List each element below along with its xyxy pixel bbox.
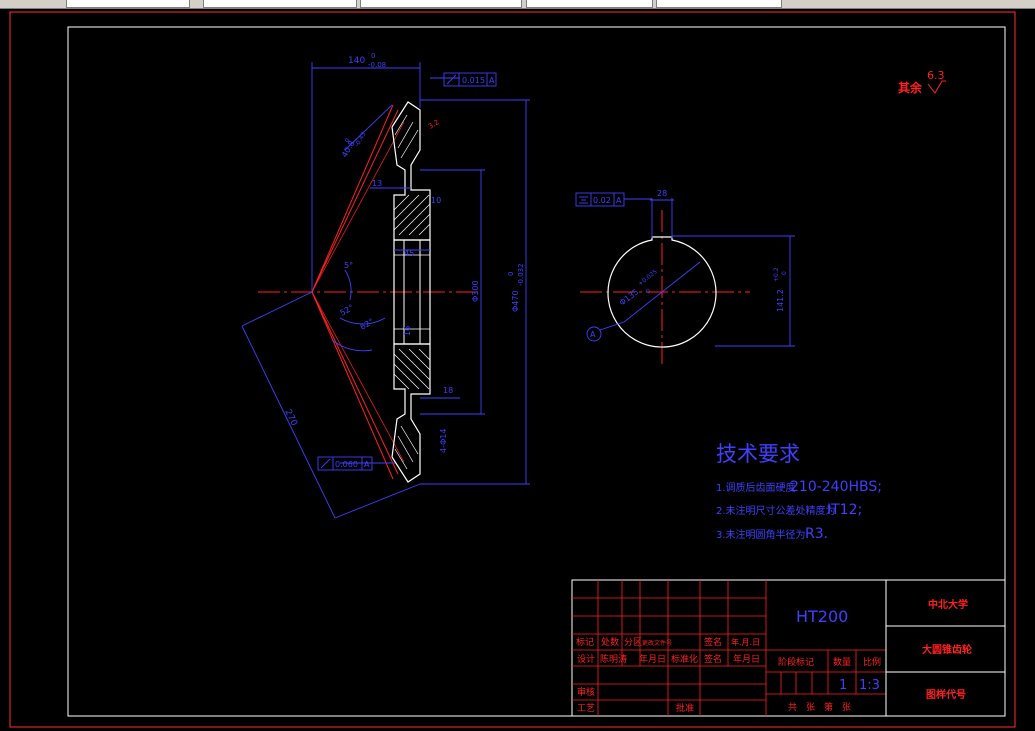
svg-text:210-240HBS;: 210-240HBS; <box>790 479 882 495</box>
svg-text:陈明涛: 陈明涛 <box>600 653 627 665</box>
svg-text:比例: 比例 <box>863 656 881 668</box>
roughness-note-value: 6.3 <box>927 69 945 82</box>
gear-section-view: 140 0 -0.08 0.015 A 13 10 45 16 18 Φ300 … <box>241 52 530 519</box>
dim-hub-width: 140 <box>348 56 365 66</box>
dim-bore: Φ135 <box>618 287 641 307</box>
dim-18: 18 <box>443 386 453 395</box>
svg-text:标准化: 标准化 <box>671 653 698 665</box>
tech-requirements: 技术要求 1.调质后齿面硬度 210-240HBS; 2.未注明尺寸公差处精度为… <box>716 442 882 542</box>
svg-text:A: A <box>489 76 495 85</box>
svg-text:数量: 数量 <box>833 656 851 668</box>
drawing-canvas[interactable]: 140 0 -0.08 0.015 A 13 10 45 16 18 Φ300 … <box>0 0 1035 731</box>
svg-text:-0.43: -0.43 <box>354 131 368 148</box>
svg-text:年月日: 年月日 <box>639 653 666 665</box>
svg-text:工艺: 工艺 <box>577 703 595 714</box>
dim-phi470: Φ470 <box>511 290 520 312</box>
svg-text:0: 0 <box>371 52 375 60</box>
svg-text:2.未注明尺寸公差处精度为: 2.未注明尺寸公差处精度为 <box>716 504 836 517</box>
part-name: 大圆锥齿轮 <box>922 643 972 656</box>
svg-text:签名: 签名 <box>704 636 722 648</box>
dim-phi300: Φ300 <box>471 280 480 302</box>
svg-text:+0.025: +0.025 <box>637 268 659 287</box>
symmetry-value: 0.02 <box>593 196 611 205</box>
inner-frame <box>67 26 1006 717</box>
roughness-3-2: 3.2 <box>427 118 441 130</box>
angle-62: 62° <box>359 317 376 332</box>
svg-text:审核: 审核 <box>577 686 595 698</box>
scale: 1:3 <box>859 678 880 693</box>
svg-text:+0.2: +0.2 <box>773 267 780 282</box>
svg-text:0: 0 <box>781 271 788 275</box>
svg-text:1.调质后齿面硬度: 1.调质后齿面硬度 <box>716 481 796 494</box>
material: HT200 <box>796 607 848 626</box>
svg-text:IT12;: IT12; <box>827 502 862 518</box>
svg-text:年月日: 年月日 <box>733 653 760 665</box>
svg-text:设计: 设计 <box>577 653 595 665</box>
tech-req-title: 技术要求 <box>716 442 800 466</box>
dim-45: 45 <box>404 249 414 258</box>
dim-10: 10 <box>431 196 441 205</box>
svg-text:分区: 分区 <box>624 637 642 648</box>
quantity: 1 <box>839 678 847 693</box>
svg-text:A: A <box>364 460 370 469</box>
svg-text:批准: 批准 <box>676 702 694 714</box>
gear-front-view: A 0.02 A 28 Φ135 +0.025 0 141.2 +0.2 0 <box>575 189 795 368</box>
svg-text:标记: 标记 <box>576 636 594 648</box>
svg-text:A: A <box>616 196 622 205</box>
svg-text:共 张 第 张: 共 张 第 张 <box>788 701 851 713</box>
runout-top-value: 0.015 <box>462 76 485 85</box>
title-block: HT200 中北大学 大圆锥齿轮 图样代号 标记 处数 分区 更改文件号 签名 … <box>571 579 1006 717</box>
roughness-note-label: 其余 <box>898 80 923 95</box>
drawing-number: 图样代号 <box>926 688 966 701</box>
svg-text:R3.: R3. <box>805 526 828 542</box>
runout-bottom-value: 0.060 <box>335 460 358 469</box>
svg-text:签名: 签名 <box>704 653 722 665</box>
svg-text:0: 0 <box>507 272 515 276</box>
svg-text:更改文件号: 更改文件号 <box>642 639 672 647</box>
angle-small: 5° <box>344 261 353 270</box>
angle-52: 52° <box>339 303 356 318</box>
svg-text:-0.08: -0.08 <box>368 61 386 69</box>
svg-text:年.月.日: 年.月.日 <box>731 637 760 647</box>
dim-16: 16 <box>403 326 412 336</box>
svg-text:A: A <box>590 330 596 339</box>
svg-text:-0.032: -0.032 <box>517 263 525 286</box>
university: 中北大学 <box>928 598 968 611</box>
dim-270: 270 <box>282 408 299 428</box>
roughness-symbol-icon <box>927 80 946 94</box>
outer-frame <box>9 11 1016 728</box>
svg-text:3.未注明圆角半径为: 3.未注明圆角半径为 <box>716 528 806 541</box>
dim-key-depth: 141.2 <box>776 289 785 312</box>
svg-text:阶段标记: 阶段标记 <box>778 656 814 668</box>
dim-holes: 4-Φ14 <box>439 429 448 453</box>
dim-keyway: 28 <box>657 189 667 198</box>
dim-13: 13 <box>372 179 382 188</box>
svg-text:处数: 处数 <box>601 636 619 648</box>
roughness-note: 其余 6.3 <box>898 69 946 95</box>
